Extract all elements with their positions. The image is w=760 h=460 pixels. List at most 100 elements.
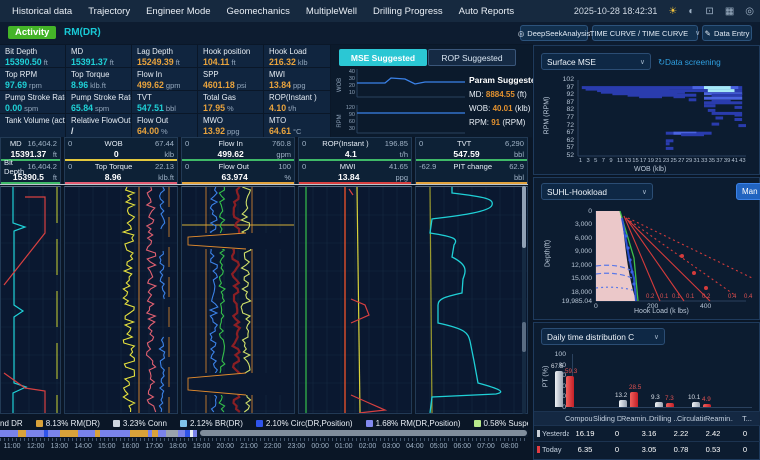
scale-min: 0: [185, 139, 189, 148]
curve-value: 547.59bbl: [416, 149, 527, 159]
row-value: 2.22: [665, 429, 697, 438]
nav-right: 2025-10-28 18:42:31 ☀ ◐ ⊡ ▦ ◎: [574, 0, 754, 22]
legend-item-rm-dr-position[interactable]: 1.68% RM(DR,Position): [366, 419, 461, 428]
nav-item-drilling-progress[interactable]: Drilling Progress: [373, 6, 443, 17]
gauge-value: 4.10t/h: [269, 103, 330, 113]
scale-min: 0: [68, 162, 72, 171]
param-key: RPM:: [469, 118, 491, 127]
legend-item-circ-dr-position[interactable]: 2.10% Circ(DR,Position): [256, 419, 353, 428]
legend-item-br-dr[interactable]: 2.12% BR(DR): [180, 419, 243, 428]
svg-text:30: 30: [349, 76, 355, 82]
mse-xtick: 11: [617, 158, 623, 164]
nav-item-trajectory[interactable]: Trajectory: [88, 6, 130, 17]
gauge-pump-stroke-rate-2: Pump Stroke Rate#20.00spm: [0, 91, 66, 114]
legend-partial-item[interactable]: nd DR: [0, 419, 23, 428]
chart-scrollbar[interactable]: [522, 186, 526, 414]
suhl-ytick: 15,000: [552, 275, 592, 282]
suggest-minicharts: 40302010WOB120906030RPM: [333, 67, 467, 135]
gauge-label: MWO: [203, 116, 264, 125]
param-md: MD: 8884.55 (ft): [469, 90, 531, 99]
mse-xtick: 37: [716, 158, 722, 164]
track-4-curves: [299, 187, 411, 413]
grid-icon[interactable]: ▦: [725, 6, 734, 17]
data-entry-button[interactable]: ✎ Data Entry: [702, 25, 752, 41]
gauge-unit: spm: [24, 104, 38, 113]
activity-segment: [193, 430, 197, 437]
param-value: 40.01: [493, 104, 513, 113]
tab-rop-suggested[interactable]: ROP Suggested: [428, 49, 516, 66]
legend-label: Suspend(drilling): [506, 419, 528, 428]
mse-ytick: 102: [558, 76, 574, 83]
curve-value: 4.1t/h: [299, 149, 411, 159]
track-2-curves: [65, 187, 177, 413]
gauge-spp: SPP4601.18psi: [198, 68, 264, 91]
mse-ytick: 82: [558, 106, 574, 113]
nav-item-auto-reports[interactable]: Auto Reports: [459, 6, 514, 17]
suhl-ytick: 12,000: [552, 262, 592, 269]
scale-max: 6,290: [505, 139, 524, 148]
gauge-label: MD: [71, 47, 132, 56]
gauge-label: Bit Depth: [5, 47, 66, 56]
timeline-labels: 11:0012:0013:0014:0015:0016:0017:0018:00…: [0, 443, 528, 453]
svg-text:20: 20: [349, 83, 355, 89]
time-cursor-line: [0, 184, 528, 185]
deepseek-analysis-button[interactable]: ◎ DeepSeekAnalysis: [520, 25, 588, 41]
datetime: 2025-10-28 18:42:31: [574, 6, 658, 16]
mse-xtick: 1: [579, 158, 582, 164]
row-value: 3.16: [633, 429, 665, 438]
bar-label-today: 7.3: [665, 395, 674, 402]
deepseek-icon: ◎: [518, 29, 525, 38]
nav-items: Historical data Trajectory Engineer Mode Ge…: [0, 6, 514, 17]
time-label: 11:00: [4, 443, 21, 450]
gauge-unit: ppg: [293, 81, 306, 90]
gauge-unit: °C: [293, 127, 301, 136]
scrollbar-thumb-2[interactable]: [522, 322, 526, 352]
mse-xtick: 41: [732, 158, 738, 164]
bar-label-yesterday: 13.2: [615, 392, 627, 399]
nav-item-multiplewell[interactable]: MultipleWell: [306, 6, 357, 17]
curve-mode-select[interactable]: TIME CURVE / TIME CURVE ∨: [592, 25, 698, 41]
gauge-label: Pump Stroke Rate#2: [5, 93, 66, 102]
gauge-value: 0.00spm: [5, 103, 66, 113]
gauge-mwi: MWI13.84ppg: [264, 68, 330, 91]
gauge-number: 64.61: [269, 126, 291, 136]
row-name: Yesterday: [534, 429, 569, 438]
mse-xtick: 27: [678, 158, 684, 164]
row-label: Today: [542, 445, 561, 454]
legend-label: Conn: [146, 419, 167, 428]
legend-item-suspend-drilling[interactable]: 0.58% Suspend(drilling): [474, 419, 529, 428]
track-chart-1: [0, 186, 61, 414]
curve-scale: 0Top Torque22.13: [65, 161, 177, 172]
value: 15390.5: [4, 172, 53, 182]
curve-scale: 0TVT6,290: [416, 138, 527, 149]
fullscreen-icon[interactable]: ⊡: [705, 6, 713, 17]
tab-mse-suggested[interactable]: MSE Suggested: [339, 49, 427, 66]
gauge-unit: klb: [298, 58, 308, 67]
about-icon[interactable]: ◎: [745, 6, 754, 17]
curve-name: Flow In: [218, 139, 242, 148]
friction-factor-label: 0.1: [660, 294, 668, 300]
sun-icon[interactable]: ☀: [668, 6, 677, 17]
gauge-unit: ft: [44, 58, 48, 67]
scale-max: 16,404.2: [27, 162, 57, 171]
nav-item-engineer-mode[interactable]: Engineer Mode: [146, 6, 210, 17]
nav-item-geomechanics[interactable]: Geomechanics: [227, 6, 290, 17]
row-value: 0: [601, 429, 633, 438]
legend-item-conn[interactable]: 3.23% Conn: [113, 419, 167, 428]
svg-text:30: 30: [349, 126, 355, 132]
mse-xtick: 25: [670, 158, 676, 164]
gauge-label: Flow Out: [137, 116, 198, 125]
timeline-future-bar[interactable]: [200, 430, 527, 436]
theme-icon[interactable]: ◐: [688, 6, 694, 17]
mse-ytick: 92: [558, 91, 574, 98]
friction-factor-label: 0.4: [744, 294, 752, 300]
scale-min: 0: [68, 139, 72, 148]
scrollbar-thumb[interactable]: [522, 186, 526, 248]
legend-item-rm-dr[interactable]: 8.13% RM(DR): [36, 419, 100, 428]
gauge-unit: ft: [110, 58, 114, 67]
nav-item-historical-data[interactable]: Historical data: [12, 6, 72, 17]
suhl-ytick: 3,000: [552, 221, 592, 228]
bar-label-yesterday: 9.3: [651, 394, 660, 401]
row-marker: [537, 430, 540, 437]
mse-xtick: 3: [586, 158, 589, 164]
